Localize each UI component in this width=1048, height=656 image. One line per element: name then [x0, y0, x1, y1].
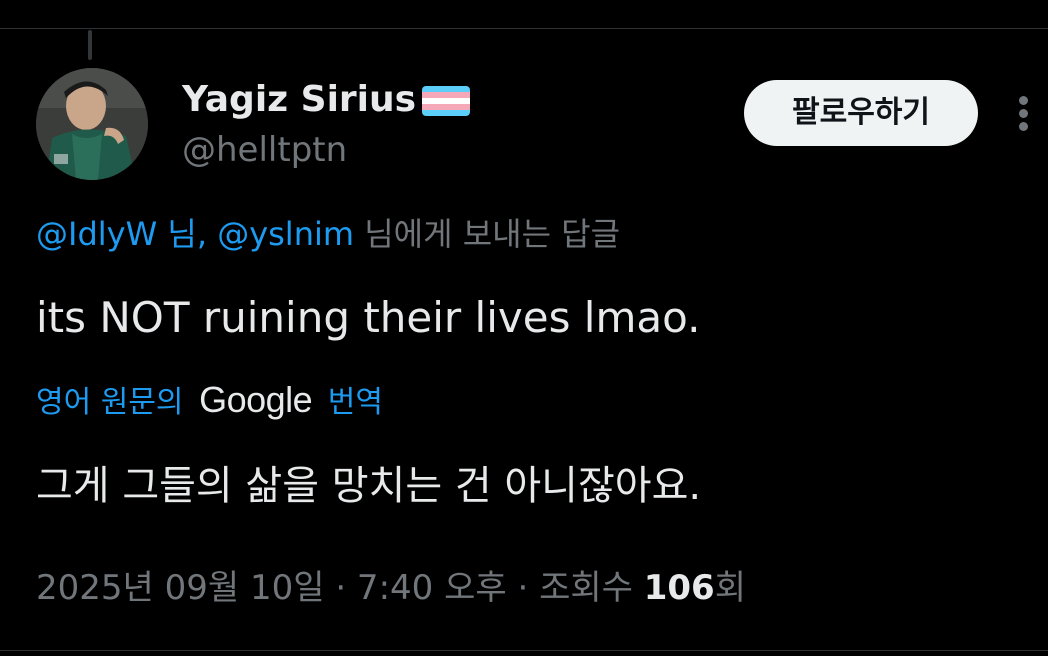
- reply-context: @IdlyW 님, @yslnim 님에게 보내는 답글: [36, 212, 620, 256]
- google-logo: Google: [199, 379, 313, 420]
- follow-button[interactable]: 팔로우하기: [744, 80, 978, 146]
- mention-link-idlyw[interactable]: @IdlyW 님,: [36, 215, 207, 253]
- tweet-meta: 2025년 09월 10일 · 7:40 오후 · 조회수 106회: [36, 564, 746, 612]
- translation-prefix: 영어 원문의: [36, 385, 184, 420]
- mention-link-yslnim[interactable]: @yslnim: [217, 215, 354, 253]
- more-options-icon[interactable]: [1012, 94, 1036, 134]
- avatar[interactable]: [36, 68, 148, 180]
- translation-toggle[interactable]: 영어 원문의 Google 번역: [36, 378, 383, 425]
- views-count: 106: [643, 568, 715, 608]
- timestamp[interactable]: 2025년 09월 10일 · 7:40 오후 · 조회수: [36, 568, 633, 608]
- translation-suffix: 번역: [327, 385, 383, 420]
- transgender-flag-icon: [422, 86, 470, 116]
- author-display-name[interactable]: Yagiz Sirius: [182, 78, 416, 122]
- views-suffix: 회: [714, 568, 746, 608]
- translated-text: 그게 그들의 삶을 망치는 건 아니잖아요.: [36, 463, 702, 509]
- reply-context-suffix: 님에게 보내는 답글: [364, 215, 621, 253]
- author-handle[interactable]: @helltptn: [182, 128, 347, 172]
- bottom-divider: [0, 650, 1048, 651]
- avatar-photo-icon: [36, 68, 148, 180]
- thread-connector-line: [88, 30, 92, 60]
- tweet-text: its NOT ruining their lives lmao.: [36, 293, 701, 342]
- top-divider: [0, 28, 1048, 29]
